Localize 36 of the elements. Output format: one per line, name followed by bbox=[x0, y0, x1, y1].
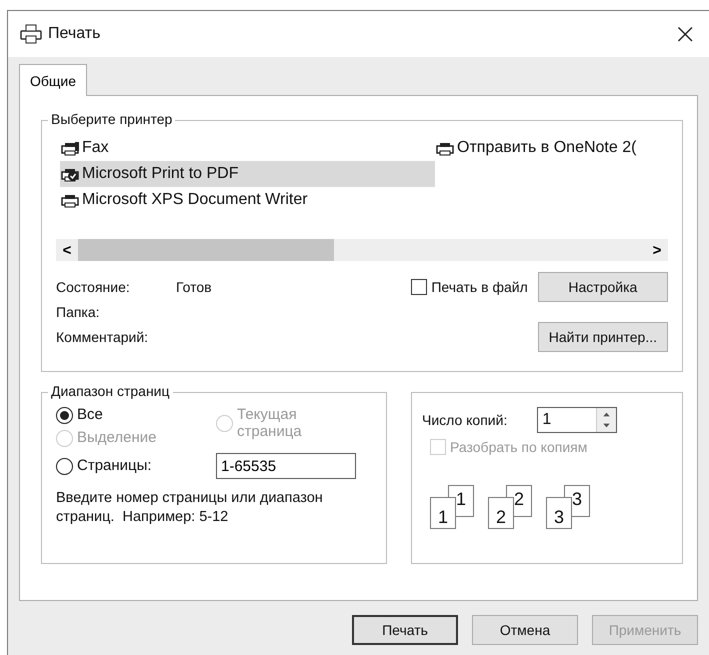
printer-item[interactable]: Microsoft Print to PDF bbox=[60, 161, 435, 187]
page-range-hint: Введите номер страницы или диапазон страниц. Например: 5-12 bbox=[56, 489, 324, 527]
page-sheet: 1 bbox=[430, 497, 456, 529]
scroll-left-button[interactable]: < bbox=[56, 239, 78, 261]
dialog-button[interactable]: Печать bbox=[352, 615, 458, 645]
window-title: Печать bbox=[48, 25, 102, 43]
tab[interactable]: Общие bbox=[19, 64, 88, 96]
close-button[interactable]: × bbox=[672, 20, 699, 48]
horizontal-scrollbar[interactable]: < > bbox=[56, 239, 668, 261]
group-title: Выберите принтер bbox=[48, 111, 176, 127]
printer-icon bbox=[60, 192, 80, 208]
status-value: Готов bbox=[176, 279, 213, 295]
page-sheet: 3 bbox=[546, 497, 572, 529]
printer-item[interactable]: Microsoft XPS Document Writer bbox=[60, 187, 435, 213]
print-to-file-checkbox[interactable]: Печать в файл bbox=[411, 279, 528, 295]
copies-label: Число копий: bbox=[422, 412, 508, 428]
find-printer-button[interactable]: Найти принтер... bbox=[538, 322, 668, 352]
status-label: Состояние: bbox=[56, 279, 131, 295]
comment-label: Комментарий: bbox=[56, 329, 150, 345]
fax-icon bbox=[60, 140, 80, 156]
dialog-button[interactable]: Отмена bbox=[472, 615, 578, 645]
pages-field[interactable]: 1-65535 bbox=[216, 453, 356, 479]
scroll-thumb[interactable] bbox=[78, 239, 334, 261]
scroll-right-button[interactable]: > bbox=[646, 239, 668, 261]
printer-icon bbox=[20, 24, 42, 44]
radio-option[interactable]: Страницы: bbox=[56, 458, 152, 474]
default-printer-icon bbox=[60, 166, 80, 182]
group-title: Диапазон страниц bbox=[48, 383, 173, 399]
page-sheet: 2 bbox=[488, 497, 514, 529]
settings-button[interactable]: Настройка bbox=[538, 272, 668, 302]
printer-item[interactable]: Отправить в OneNote 2( bbox=[435, 135, 682, 161]
radio-option[interactable]: Все bbox=[56, 407, 103, 424]
copies-spinner[interactable]: 1 bbox=[537, 407, 618, 433]
printer-icon bbox=[435, 140, 455, 156]
printer-item[interactable]: Fax bbox=[60, 135, 435, 161]
folder-label: Папка: bbox=[56, 304, 101, 320]
